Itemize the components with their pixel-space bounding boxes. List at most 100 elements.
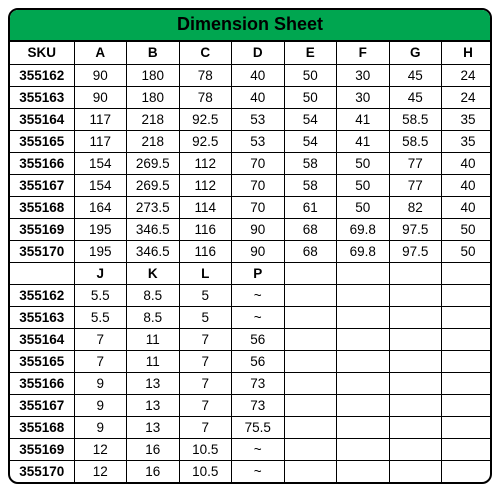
value-cell: 78 <box>179 86 232 108</box>
column-header <box>389 262 442 284</box>
table-row: 355167154269.51127058507740 <box>10 174 492 196</box>
value-cell: 50 <box>337 196 390 218</box>
value-cell: 69.8 <box>337 218 390 240</box>
column-header <box>284 262 337 284</box>
value-cell: 9 <box>74 372 127 394</box>
value-cell: 30 <box>337 64 390 86</box>
value-cell <box>284 284 337 306</box>
sku-cell: 355170 <box>10 460 74 482</box>
table-row: 355170195346.5116906869.897.550 <box>10 240 492 262</box>
column-header: C <box>179 42 232 64</box>
value-cell: 50 <box>337 152 390 174</box>
column-header: B <box>127 42 180 64</box>
value-cell: 164 <box>74 196 127 218</box>
value-cell: 7 <box>179 372 232 394</box>
value-cell: 97.5 <box>389 218 442 240</box>
value-cell: 10.5 <box>179 438 232 460</box>
value-cell <box>284 394 337 416</box>
value-cell: ~ <box>232 438 285 460</box>
table-row: 35516290180784050304524 <box>10 64 492 86</box>
sku-cell: 355165 <box>10 130 74 152</box>
value-cell: 7 <box>74 328 127 350</box>
value-cell: 11 <box>127 328 180 350</box>
value-cell <box>284 350 337 372</box>
table-row: 355170121610.5~ <box>10 460 492 482</box>
value-cell: 273.5 <box>127 196 180 218</box>
value-cell: 16 <box>127 438 180 460</box>
value-cell <box>442 460 493 482</box>
dimension-sheet: Dimension Sheet SKUABCDEFGH3551629018078… <box>8 8 492 484</box>
value-cell: 346.5 <box>127 218 180 240</box>
value-cell: 116 <box>179 240 232 262</box>
value-cell <box>442 372 493 394</box>
value-cell: 30 <box>337 86 390 108</box>
table-row: 355169121610.5~ <box>10 438 492 460</box>
value-cell: 346.5 <box>127 240 180 262</box>
value-cell <box>442 438 493 460</box>
value-cell: 195 <box>74 218 127 240</box>
value-cell: 69.8 <box>337 240 390 262</box>
value-cell: 77 <box>389 174 442 196</box>
value-cell: 61 <box>284 196 337 218</box>
table-row: 35516511721892.553544158.535 <box>10 130 492 152</box>
value-cell: 112 <box>179 152 232 174</box>
value-cell: 16 <box>127 460 180 482</box>
sku-cell: 355168 <box>10 196 74 218</box>
value-cell <box>389 394 442 416</box>
value-cell: 7 <box>179 328 232 350</box>
value-cell: 13 <box>127 394 180 416</box>
table-row: 355168913775.5 <box>10 416 492 438</box>
value-cell: 58 <box>284 174 337 196</box>
column-header: G <box>389 42 442 64</box>
value-cell <box>337 460 390 482</box>
table-row: 355167913773 <box>10 394 492 416</box>
sku-cell: 355162 <box>10 284 74 306</box>
value-cell <box>389 328 442 350</box>
sku-cell: 355169 <box>10 218 74 240</box>
value-cell: 68 <box>284 240 337 262</box>
value-cell: 7 <box>74 350 127 372</box>
value-cell: 7 <box>179 394 232 416</box>
value-cell <box>442 416 493 438</box>
value-cell: 10.5 <box>179 460 232 482</box>
sku-cell: 355168 <box>10 416 74 438</box>
value-cell: 75.5 <box>232 416 285 438</box>
sku-cell: 355166 <box>10 152 74 174</box>
value-cell: 90 <box>232 218 285 240</box>
value-cell: 77 <box>389 152 442 174</box>
value-cell: 154 <box>74 174 127 196</box>
column-header: K <box>127 262 180 284</box>
value-cell: 50 <box>337 174 390 196</box>
value-cell <box>337 350 390 372</box>
value-cell: 8.5 <box>127 306 180 328</box>
table-row: 355165711756 <box>10 350 492 372</box>
value-cell <box>284 438 337 460</box>
value-cell <box>284 372 337 394</box>
column-header: A <box>74 42 127 64</box>
value-cell: 218 <box>127 108 180 130</box>
sku-cell: 355170 <box>10 240 74 262</box>
dimension-table: SKUABCDEFGH35516290180784050304524355163… <box>10 42 492 482</box>
sku-cell: 355167 <box>10 174 74 196</box>
value-cell: 114 <box>179 196 232 218</box>
value-cell <box>442 328 493 350</box>
table-row: 355166913773 <box>10 372 492 394</box>
value-cell: 112 <box>179 174 232 196</box>
value-cell: 73 <box>232 394 285 416</box>
value-cell: 5 <box>179 306 232 328</box>
value-cell <box>389 284 442 306</box>
value-cell: 117 <box>74 130 127 152</box>
value-cell: 90 <box>232 240 285 262</box>
value-cell: 117 <box>74 108 127 130</box>
table-header-row: SKUABCDEFGH <box>10 42 492 64</box>
value-cell: 12 <box>74 460 127 482</box>
sku-cell: 355163 <box>10 86 74 108</box>
sku-header: SKU <box>10 42 74 64</box>
value-cell: 8.5 <box>127 284 180 306</box>
value-cell <box>389 350 442 372</box>
column-header: J <box>74 262 127 284</box>
value-cell: 13 <box>127 372 180 394</box>
table-row: 3551625.58.55~ <box>10 284 492 306</box>
value-cell: 24 <box>442 64 493 86</box>
value-cell <box>337 372 390 394</box>
